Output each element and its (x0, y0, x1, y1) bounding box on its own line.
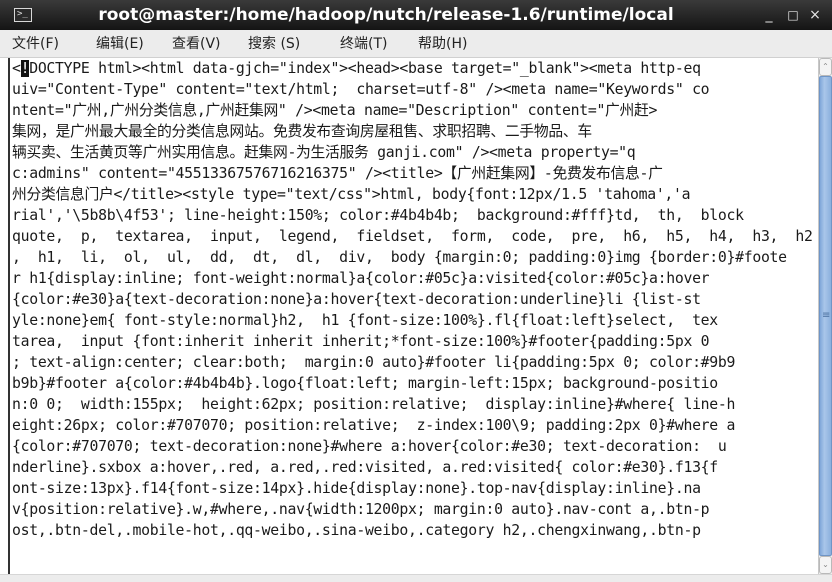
terminal-line: tarea, input {font:inherit inherit inher… (12, 333, 710, 350)
vertical-scrollbar[interactable]: ⌃ ≡ ⌄ (818, 58, 832, 574)
terminal-line: 州分类信息门户</title><style type="text/css">ht… (12, 186, 691, 203)
line-prefix: < (12, 60, 21, 77)
window-bottom-edge (0, 574, 832, 582)
terminal-line: {color:#e30}a{text-decoration:none}a:hov… (12, 291, 701, 308)
terminal-line: v{position:relative}.w,#where,.nav{width… (12, 501, 710, 518)
scroll-up-button[interactable]: ⌃ (819, 58, 832, 76)
close-button[interactable]: × (806, 0, 824, 30)
menubar: 文件(F) 编辑(E) 查看(V) 搜索 (S) 终端(T) 帮助(H) (0, 30, 832, 58)
terminal-line: ost,.btn-del,.mobile-hot,.qq-weibo,.sina… (12, 522, 701, 539)
terminal-lines: uiv="Content-Type" content="text/html; c… (10, 79, 818, 541)
terminal-line: b9b}#footer a{color:#4b4b4b}.logo{float:… (12, 375, 718, 392)
window-titlebar[interactable]: >_ root@master:/home/hadoop/nutch/releas… (0, 0, 832, 30)
menu-terminal[interactable]: 终端(T) (340, 30, 387, 58)
terminal-line: r h1{display:inline; font-weight:normal}… (12, 270, 710, 287)
menu-edit[interactable]: 编辑(E) (96, 30, 144, 58)
terminal-line: 集网，是广州最大最全的分类信息网站。免费发布查询房屋租售、求职招聘、二手物品、车 (12, 123, 592, 140)
scroll-down-button[interactable]: ⌄ (819, 556, 832, 574)
terminal-line: <!DOCTYPE html><html data-gjch="index"><… (10, 58, 818, 79)
menu-view[interactable]: 查看(V) (172, 30, 221, 58)
line-text: DOCTYPE html><html data-gjch="index"><he… (29, 60, 701, 77)
text-cursor: ! (20, 60, 30, 77)
terminal-line: {color:#707070; text-decoration:none}#wh… (12, 438, 727, 455)
terminal-line: n:0 0; width:155px; height:62px; positio… (12, 396, 736, 413)
terminal-line: ; text-align:center; clear:both; margin:… (12, 354, 736, 371)
terminal-line: 辆买卖、生活黄页等广州实用信息。赶集网-为生活服务 ganji.com" /><… (12, 144, 636, 161)
terminal-output[interactable]: <!DOCTYPE html><html data-gjch="index"><… (8, 58, 818, 574)
scrollbar-grip-icon: ≡ (822, 310, 831, 321)
terminal-line: rial','\5b8b\4f53'; line-height:150%; co… (12, 207, 744, 224)
menu-search[interactable]: 搜索 (S) (248, 30, 300, 58)
menu-file[interactable]: 文件(F) (12, 30, 59, 58)
minimize-button[interactable]: _ (760, 0, 778, 30)
terminal-line: ont-size:13px}.f14{font-size:14px}.hide{… (12, 480, 701, 497)
window-title: root@master:/home/hadoop/nutch/release-1… (98, 5, 674, 25)
terminal-line: uiv="Content-Type" content="text/html; c… (12, 81, 710, 98)
terminal-line: , h1, li, ol, ul, dd, dt, dl, div, body … (12, 249, 787, 266)
maximize-button[interactable]: □ (784, 0, 802, 30)
terminal-line: yle:none}em{ font-style:normal}h2, h1 {f… (12, 312, 718, 329)
terminal-line: eight:26px; color:#707070; position:rela… (12, 417, 736, 434)
menu-help[interactable]: 帮助(H) (418, 30, 467, 58)
terminal-line: c:admins" content="45513367576716216375"… (12, 165, 663, 182)
scrollbar-thumb[interactable]: ≡ (819, 76, 832, 556)
terminal-line: quote, p, textarea, input, legend, field… (12, 228, 813, 245)
terminal-line: ntent="广州,广州分类信息,广州赶集网" /><meta name="De… (12, 102, 658, 119)
terminal-line: nderline}.sxbox a:hover,.red, a.red,.red… (12, 459, 718, 476)
